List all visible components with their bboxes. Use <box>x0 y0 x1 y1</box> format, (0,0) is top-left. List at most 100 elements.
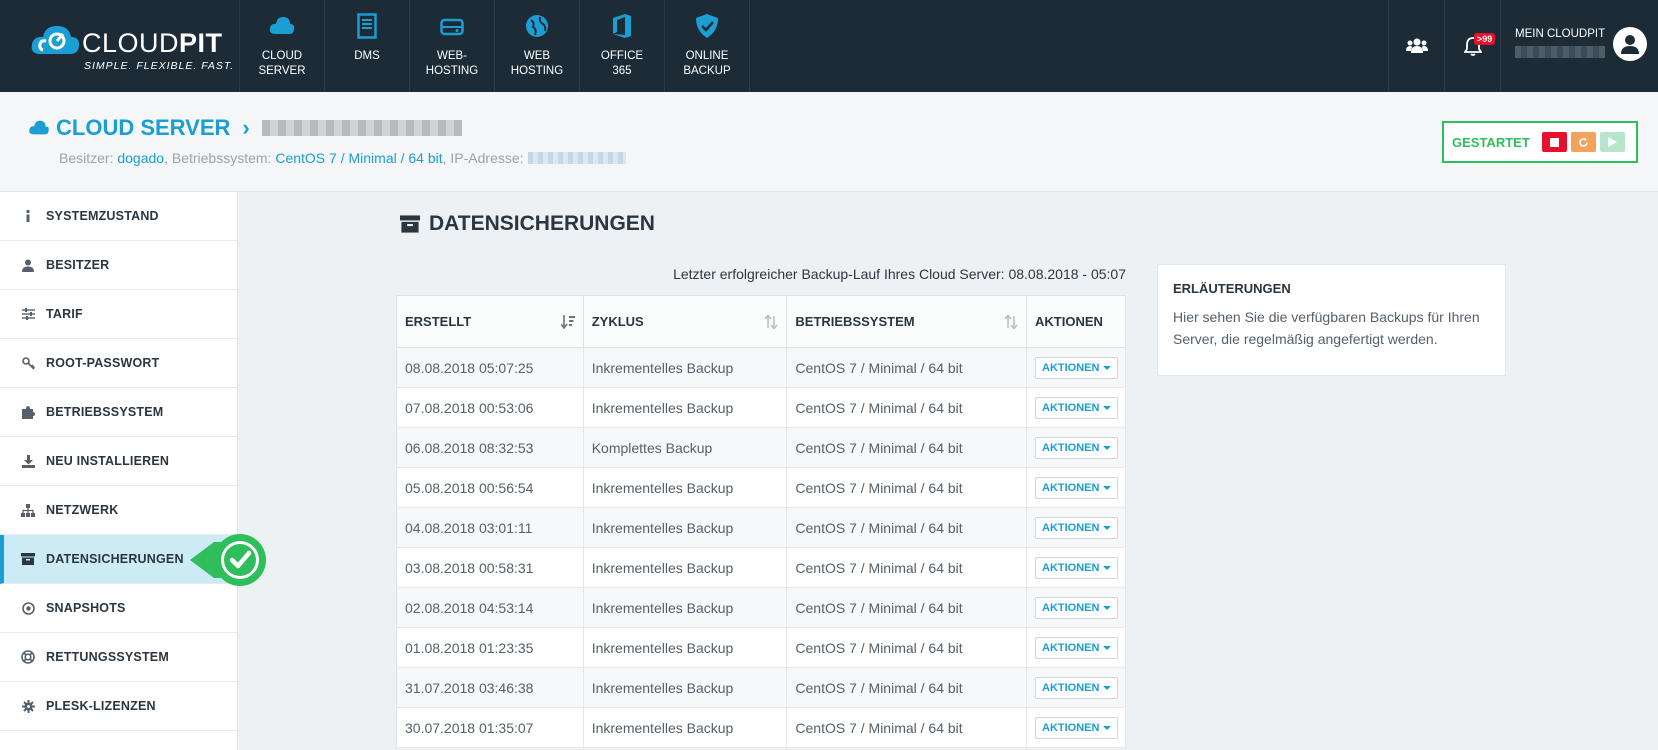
sidebar-item-netzwerk[interactable]: NETZWERK <box>0 486 237 535</box>
column-header-betriebssystem[interactable]: BETRIEBSSYSTEM <box>786 295 1028 348</box>
sidebar-item-plesk-lizenzen[interactable]: PLESK-LIZENZEN <box>0 682 237 731</box>
owner-link[interactable]: dogado <box>117 150 164 166</box>
sidebar-item-label: NEU INSTALLIEREN <box>46 454 170 468</box>
cell-cycle: Inkrementelles Backup <box>583 467 788 508</box>
nav-online-backup[interactable]: ONLINE BACKUP <box>665 0 750 92</box>
actions-label: AKTIONEN <box>1042 521 1100 534</box>
column-header-label: BETRIEBSSYSTEM <box>795 314 915 329</box>
account-menu[interactable]: MEIN CLOUDPIT <box>1500 0 1658 92</box>
table-row: 06.08.2018 08:32:53 Komplettes Backup Cent… <box>396 427 1126 468</box>
info-icon <box>20 208 36 224</box>
cell-os: CentOS 7 / Minimal / 64 bit <box>786 467 1028 508</box>
sidebar-item-tarif[interactable]: TARIF <box>0 290 237 339</box>
column-header-erstellt[interactable]: ERSTELLT <box>396 295 584 348</box>
page-title[interactable]: CLOUD SERVER <box>56 115 230 141</box>
table-row: 30.07.2018 01:35:07 Inkrementelles Backup… <box>396 707 1126 748</box>
last-backup-info: Letzter erfolgreicher Backup-Lauf Ihres … <box>673 266 1126 282</box>
sidebar-item-label: PLESK-LIZENZEN <box>46 699 156 713</box>
nav-office-365[interactable]: OFFICE 365 <box>580 0 665 92</box>
column-header-zyklus[interactable]: ZYKLUS <box>583 295 788 348</box>
actions-label: AKTIONEN <box>1042 561 1100 574</box>
nav-label: WEB- HOSTING <box>425 50 479 77</box>
cell-os: CentOS 7 / Minimal / 64 bit <box>786 387 1028 428</box>
os-link[interactable]: CentOS 7 / Minimal / 64 bit <box>275 150 442 166</box>
cell-os: CentOS 7 / Minimal / 64 bit <box>786 627 1028 668</box>
sidebar-item-rettungssystem[interactable]: RETTUNGSSYSTEM <box>0 633 237 682</box>
nav-cloud-server[interactable]: CLOUD SERVER <box>240 0 325 92</box>
actions-dropdown-button[interactable]: AKTIONEN <box>1035 476 1119 499</box>
actions-label: AKTIONEN <box>1042 401 1100 414</box>
start-button[interactable] <box>1599 132 1625 152</box>
actions-dropdown-button[interactable]: AKTIONEN <box>1035 516 1119 539</box>
cloud-icon <box>29 120 49 135</box>
actions-dropdown-button[interactable]: AKTIONEN <box>1035 596 1119 619</box>
brand-tagline: SIMPLE. FLEXIBLE. FAST. <box>84 60 235 72</box>
cloudpit-logo[interactable]: CLOUDPIT SIMPLE. FLEXIBLE. FAST. <box>30 18 233 74</box>
cell-actions: AKTIONEN <box>1026 547 1126 588</box>
nav-dms[interactable]: DMS <box>325 0 410 92</box>
cell-cycle: Komplettes Backup <box>583 427 788 468</box>
notifications-button[interactable]: >99 <box>1444 0 1500 92</box>
gear-icon <box>20 698 36 714</box>
stop-icon <box>1549 137 1559 147</box>
table-row: 05.08.2018 00:56:54 Inkrementelles Backup… <box>396 467 1126 508</box>
actions-dropdown-button[interactable]: AKTIONEN <box>1035 636 1119 659</box>
sidebar-item-label: RETTUNGSSYSTEM <box>46 650 169 664</box>
sidebar-item-root-passwort[interactable]: ROOT-PASSWORT <box>0 339 237 388</box>
sidebar-item-besitzer[interactable]: BESITZER <box>0 241 237 290</box>
account-label: MEIN CLOUDPIT <box>1515 28 1606 40</box>
actions-dropdown-button[interactable]: AKTIONEN <box>1035 556 1119 579</box>
table-row: 04.08.2018 03:01:11 Inkrementelles Backup… <box>396 507 1126 548</box>
table-row: 01.08.2018 01:23:35 Inkrementelles Backup… <box>396 627 1126 668</box>
cell-cycle: Inkrementelles Backup <box>583 627 788 668</box>
cloud-icon <box>267 12 297 40</box>
table-row: 31.07.2018 03:46:38 Inkrementelles Backup… <box>396 667 1126 708</box>
sidebar-item-snapshots[interactable]: SNAPSHOTS <box>0 584 237 633</box>
users-icon <box>1405 38 1428 53</box>
explanation-card: ERLÄUTERUNGEN Hier sehen Sie die verfügb… <box>1157 264 1506 376</box>
users-button[interactable] <box>1388 0 1444 92</box>
refresh-icon <box>1578 137 1588 147</box>
stop-button[interactable] <box>1541 132 1567 152</box>
actions-dropdown-button[interactable]: AKTIONEN <box>1035 676 1119 699</box>
life-ring-icon <box>20 649 36 665</box>
cell-created: 03.08.2018 00:58:31 <box>396 547 584 588</box>
sidebar-item-neu-installieren[interactable]: NEU INSTALLIEREN <box>0 437 237 486</box>
table-row: 08.08.2018 05:07:25 Inkrementelles Backup… <box>396 347 1126 388</box>
caret-down-icon <box>1103 685 1112 690</box>
column-header-label: AKTIONEN <box>1035 314 1103 329</box>
caret-down-icon <box>1103 405 1112 410</box>
actions-label: AKTIONEN <box>1042 481 1100 494</box>
sidebar-item-betriebssystem[interactable]: BETRIEBSSYSTEM <box>0 388 237 437</box>
cell-created: 30.07.2018 01:35:07 <box>396 707 584 748</box>
actions-dropdown-button[interactable]: AKTIONEN <box>1035 716 1119 739</box>
key-icon <box>20 355 36 371</box>
caret-down-icon <box>1103 645 1112 650</box>
cell-created: 02.08.2018 04:53:14 <box>396 587 584 628</box>
cell-actions: AKTIONEN <box>1026 667 1126 708</box>
actions-dropdown-button[interactable]: AKTIONEN <box>1035 436 1119 459</box>
sidebar-item-label: ROOT-PASSWORT <box>46 356 160 370</box>
avatar <box>1613 27 1647 61</box>
caret-down-icon <box>1103 485 1112 490</box>
user-icon <box>20 257 36 273</box>
sidebar-item-systemzustand[interactable]: SYSTEMZUSTAND <box>0 192 237 241</box>
column-header-label: ERSTELLT <box>405 314 472 329</box>
table-row: 02.08.2018 04:53:14 Inkrementelles Backup… <box>396 587 1126 628</box>
explanation-title: ERLÄUTERUNGEN <box>1173 281 1291 296</box>
cell-os: CentOS 7 / Minimal / 64 bit <box>786 667 1028 708</box>
actions-dropdown-button[interactable]: AKTIONEN <box>1035 396 1119 419</box>
cloud-logo-icon <box>31 26 80 54</box>
backups-table-body: 08.08.2018 05:07:25 Inkrementelles Backup… <box>396 347 1126 748</box>
caret-down-icon <box>1103 525 1112 530</box>
restart-button[interactable] <box>1570 132 1596 152</box>
page-header: CLOUD SERVER › Besitzer: dogado, Betrieb… <box>0 92 1658 192</box>
top-right-controls: >99 MEIN CLOUDPIT <box>1388 0 1658 92</box>
cell-created: 31.07.2018 03:46:38 <box>396 667 584 708</box>
actions-dropdown-button[interactable]: AKTIONEN <box>1035 356 1119 379</box>
notification-badge: >99 <box>1474 33 1496 45</box>
nav-web-hosting[interactable]: WEB HOSTING <box>495 0 580 92</box>
hard-drive-icon <box>437 12 467 40</box>
nav-web-hosting-dash[interactable]: WEB- HOSTING <box>410 0 495 92</box>
explanation-text: Hier sehen Sie die verfügbaren Backups f… <box>1173 309 1480 347</box>
